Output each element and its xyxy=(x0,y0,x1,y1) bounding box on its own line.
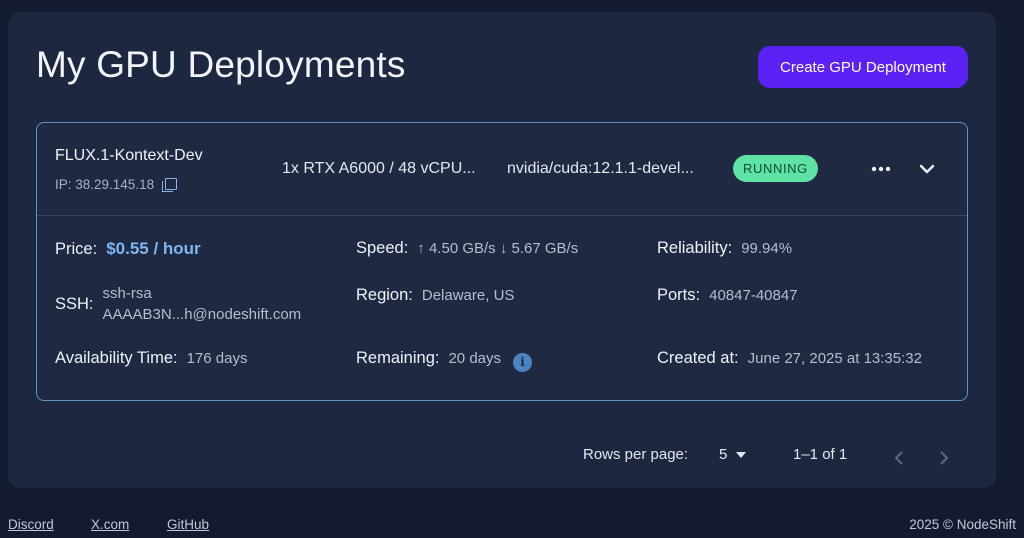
ssh-key-line-2: AAAAB3N...h@nodeshift.com xyxy=(102,306,302,323)
chevron-right-icon[interactable] xyxy=(934,448,954,468)
info-icon[interactable]: i xyxy=(513,352,533,372)
region-value: Delaware, US xyxy=(421,287,515,304)
footer-link-discord[interactable]: Discord xyxy=(8,517,54,532)
availability-label: Availability Time: xyxy=(55,349,178,367)
deployment-card-header[interactable]: FLUX.1-Kontext-Dev IP: 38.29.145.18 1x R… xyxy=(37,123,967,216)
create-gpu-deployment-button[interactable]: Create GPU Deployment xyxy=(758,46,968,88)
chevron-left-icon[interactable] xyxy=(889,448,909,468)
price-field: Price: $0.55 / hour xyxy=(55,239,201,259)
ssh-key: ssh-rsa AAAAB3N...h@nodeshift.com xyxy=(103,283,302,325)
region-field: Region: Delaware, US xyxy=(356,286,514,305)
rows-per-page-value: 5 xyxy=(719,446,728,463)
more-options-icon[interactable] xyxy=(869,157,893,181)
reliability-value: 99.94% xyxy=(741,240,793,257)
deployment-ip: IP: 38.29.145.18 xyxy=(55,177,178,192)
deployments-panel: My GPU Deployments Create GPU Deployment… xyxy=(8,12,996,488)
deployment-gpu: 1x RTX A6000 / 48 vCPU... xyxy=(282,160,476,177)
ssh-key-line-1: ssh-rsa xyxy=(102,285,152,302)
remaining-field: Remaining: 20 days i xyxy=(356,349,533,372)
region-label: Region: xyxy=(356,286,413,304)
ports-field: Ports: 40847-40847 xyxy=(657,286,798,305)
ports-value: 40847-40847 xyxy=(709,287,798,304)
rows-per-page-label: Rows per page: xyxy=(583,446,689,463)
remaining-value: 20 days xyxy=(448,350,502,367)
chevron-down-icon[interactable] xyxy=(915,157,939,181)
caret-down-icon xyxy=(736,451,747,458)
price-value: $0.55 / hour xyxy=(106,239,201,258)
deployment-details: Price: $0.55 / hour Speed: ↑ 4.50 GB/s ↓… xyxy=(37,216,967,401)
created-label: Created at: xyxy=(657,349,739,367)
ssh-field: SSH: ssh-rsa AAAAB3N...h@nodeshift.com xyxy=(55,283,301,325)
ssh-label: SSH: xyxy=(55,294,94,313)
footer-copyright: 2025 © NodeShift xyxy=(909,517,1016,532)
price-label: Price: xyxy=(55,240,98,258)
deployment-image: nvidia/cuda:12.1.1-devel... xyxy=(507,160,694,177)
reliability-field: Reliability: 99.94% xyxy=(657,239,792,258)
created-value: June 27, 2025 at 13:35:32 xyxy=(747,350,922,367)
deployment-name: FLUX.1-Kontext-Dev xyxy=(55,147,203,164)
remaining-label: Remaining: xyxy=(356,349,440,367)
page-title: My GPU Deployments xyxy=(36,44,406,85)
reliability-label: Reliability: xyxy=(657,239,733,257)
rows-per-page-select[interactable]: 5 xyxy=(719,446,747,463)
deployment-card: FLUX.1-Kontext-Dev IP: 38.29.145.18 1x R… xyxy=(36,122,968,401)
footer-link-github[interactable]: GitHub xyxy=(167,517,209,532)
availability-value: 176 days xyxy=(186,350,248,367)
created-field: Created at: June 27, 2025 at 13:35:32 xyxy=(657,349,922,368)
copy-icon[interactable] xyxy=(162,177,178,192)
availability-field: Availability Time: 176 days xyxy=(55,349,247,368)
footer-link-x[interactable]: X.com xyxy=(91,517,129,532)
deployment-ip-text: IP: 38.29.145.18 xyxy=(55,177,155,192)
status-badge: RUNNING xyxy=(733,155,818,182)
speed-value: ↑ 4.50 GB/s ↓ 5.67 GB/s xyxy=(417,240,579,257)
speed-field: Speed: ↑ 4.50 GB/s ↓ 5.67 GB/s xyxy=(356,239,578,258)
speed-label: Speed: xyxy=(356,239,409,257)
ports-label: Ports: xyxy=(657,286,701,304)
pagination-range: 1–1 of 1 xyxy=(793,446,848,463)
